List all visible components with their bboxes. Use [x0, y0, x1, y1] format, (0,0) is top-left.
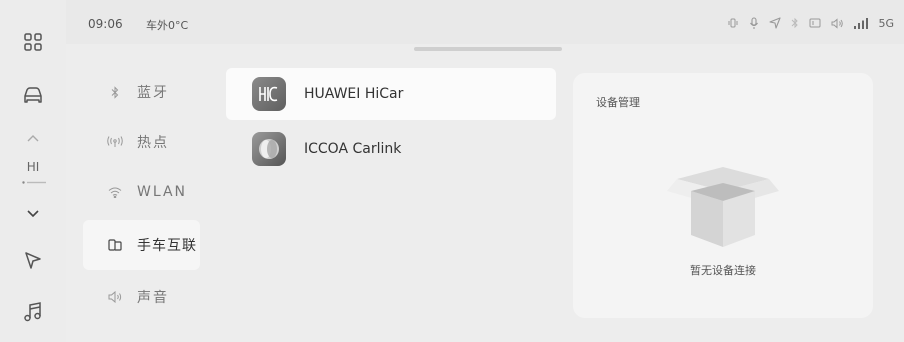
vibrate-icon — [728, 18, 738, 28]
navigation-button[interactable] — [0, 240, 66, 280]
menu-item-label: 声音 — [137, 290, 169, 306]
protocol-item-hicar[interactable]: HUAWEI HiCar — [226, 68, 556, 120]
card-title: 设备管理 — [596, 96, 640, 109]
menu-item-bluetooth[interactable]: 蓝牙 — [83, 67, 200, 117]
chevron-up-icon — [27, 135, 39, 142]
screen-cast-icon — [809, 18, 821, 28]
status-icons: 5G — [727, 12, 894, 34]
protocol-item-carlink[interactable]: ICCOA Carlink — [226, 123, 556, 175]
music-button[interactable] — [0, 292, 66, 332]
apps-grid-icon — [24, 33, 42, 51]
hicar-logo-icon — [252, 77, 286, 111]
fan-speed-down-button[interactable] — [0, 200, 66, 228]
fan-speed-label: HI — [26, 160, 40, 174]
fan-speed-indicator — [22, 181, 46, 184]
menu-item-wlan[interactable]: WLAN — [83, 167, 200, 217]
clock: 09:06 — [88, 17, 123, 31]
device-management-card: 设备管理 暂无设备连接 — [573, 73, 873, 318]
carlink-logo-icon — [252, 132, 286, 166]
music-icon — [24, 302, 41, 322]
protocol-name: HUAWEI HiCar — [304, 86, 404, 102]
panel-drag-handle[interactable] — [414, 47, 562, 51]
chevron-down-icon — [27, 210, 39, 218]
bluetooth-status-icon — [792, 17, 799, 29]
empty-box-illustration — [667, 167, 779, 247]
volume-icon — [831, 17, 844, 29]
status-bar: 09:06 车外0°C 5G — [66, 0, 904, 44]
left-dock: HI — [0, 0, 66, 342]
fan-speed-up-button[interactable] — [0, 124, 66, 152]
car-icon — [24, 87, 42, 103]
microphone-icon — [750, 16, 759, 29]
car-screen: HI 09:06 车外0°C 5G 蓝牙 热点 WLAN 手车互联 声音 HUA… — [0, 0, 904, 342]
phone-car-link-icon — [105, 237, 125, 253]
settings-panel: 蓝牙 热点 WLAN 手车互联 声音 HUAWEI HiCar ICCOA Ca… — [66, 44, 904, 342]
outside-temperature: 车外0°C — [146, 19, 189, 32]
signal-strength-icon — [854, 17, 869, 29]
empty-device-message: 暂无设备连接 — [690, 264, 756, 277]
apps-button[interactable] — [0, 22, 66, 62]
menu-item-hotspot[interactable]: 热点 — [83, 117, 200, 167]
navigation-icon — [25, 252, 41, 269]
speaker-icon — [105, 289, 125, 305]
wifi-icon — [105, 184, 125, 200]
menu-item-label: 蓝牙 — [137, 85, 169, 101]
protocol-name: ICCOA Carlink — [304, 141, 402, 157]
menu-item-label: 手车互联 — [137, 238, 197, 254]
car-button[interactable] — [0, 76, 66, 116]
menu-item-label: 热点 — [137, 135, 169, 151]
menu-item-sound[interactable]: 声音 — [83, 272, 200, 322]
bluetooth-icon — [105, 84, 125, 100]
menu-item-phone-car-link[interactable]: 手车互联 — [83, 220, 200, 270]
location-icon — [769, 17, 782, 29]
network-type: 5G — [878, 16, 894, 30]
menu-item-label: WLAN — [137, 184, 188, 200]
hotspot-icon — [105, 134, 125, 150]
